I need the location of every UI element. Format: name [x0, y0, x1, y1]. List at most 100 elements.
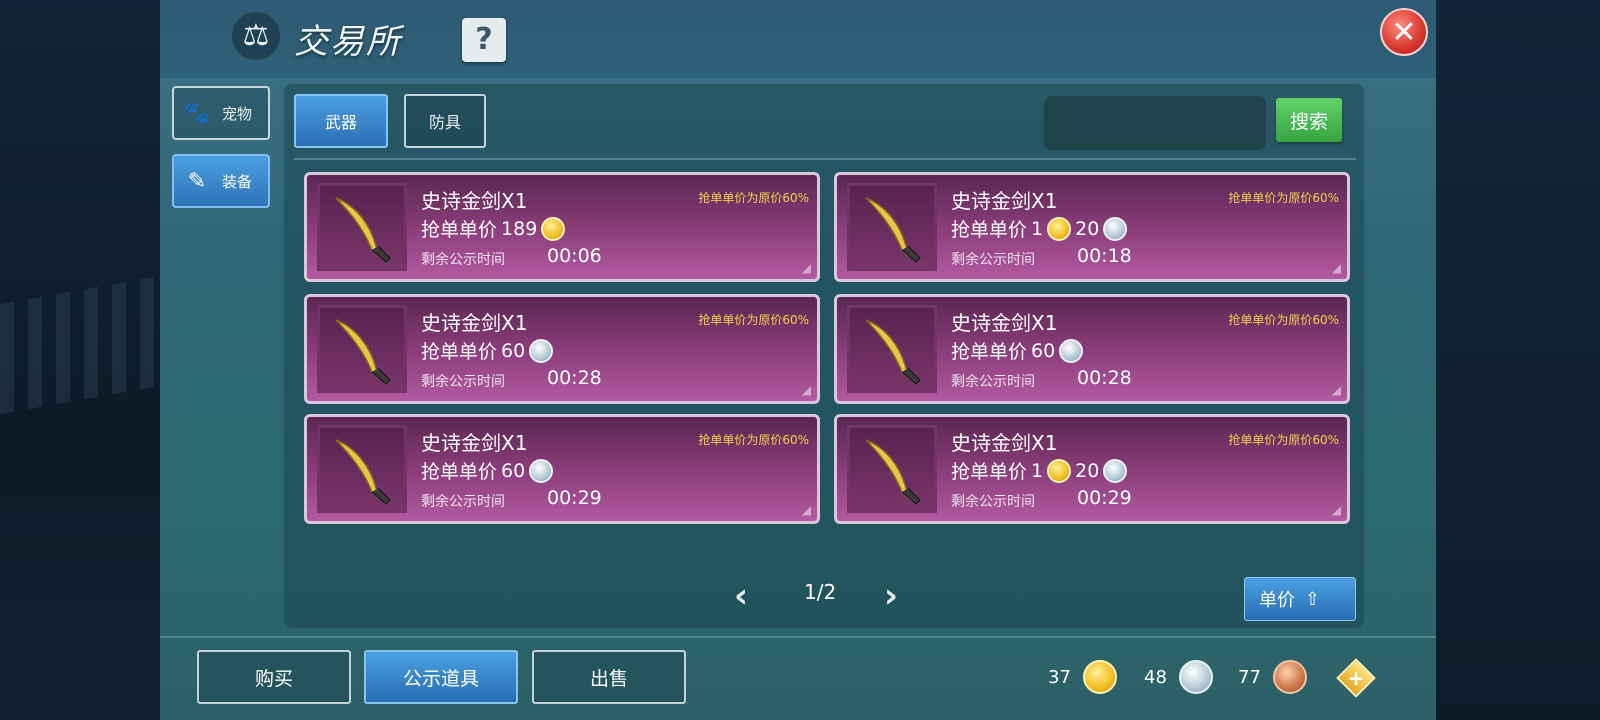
help-button[interactable]: ? [462, 18, 506, 62]
title-bar: ⚖ 交易所 ? ✕ [160, 0, 1436, 78]
item-slot [317, 425, 407, 513]
gold-amount: 37 [1048, 666, 1071, 688]
price-row: 抢单单价 60 [951, 337, 1087, 364]
listing-card[interactable]: 史诗金剑X1 抢单单价为原价60% 抢单单价 60 剩余公示时间 00:28 ◢ [834, 294, 1350, 404]
item-name: 史诗金剑X1 [951, 431, 1058, 455]
silver-amount: 48 [1144, 666, 1167, 688]
listing-card[interactable]: 史诗金剑X1 抢单单价为原价60% 抢单单价 189 剩余公示时间 00:06 ◢ [304, 172, 820, 282]
panel-divider [294, 158, 1356, 160]
price-label: 抢单单价 [421, 341, 498, 363]
price-row: 抢单单价 60 [421, 457, 557, 484]
price-amount: 20 [1075, 217, 1100, 240]
listing-card[interactable]: 史诗金剑X1 抢单单价为原价60% 抢单单价 1 20 剩余公示时间 00:29 ◢ [834, 414, 1350, 524]
discount-note: 抢单单价为原价60% [1228, 433, 1339, 447]
listing-panel: 武器 防具 搜索 史诗金剑X1 抢单单价为原价60% 抢单单价 189 剩余公示时间 00… [284, 84, 1364, 628]
golden-sword-icon [865, 197, 921, 263]
discount-note: 抢单单价为原价60% [1228, 191, 1339, 205]
copper-balance: 77 [1238, 660, 1307, 694]
corner-mark-icon: ◢ [1331, 503, 1341, 517]
price-amount: 189 [501, 217, 538, 240]
sort-label: 单价 [1259, 590, 1295, 611]
search-button[interactable]: 搜索 [1276, 98, 1342, 142]
background-left [0, 0, 160, 720]
exchange-window: ⚖ 交易所 ? ✕ 🐾 宠物 ✎ 装备 武器 防具 搜索 史诗金剑X1 抢单单价为… [160, 0, 1436, 720]
buy-tab-button[interactable]: 购买 [197, 650, 351, 704]
item-name: 史诗金剑X1 [951, 311, 1058, 335]
price-amount: 60 [501, 339, 526, 362]
time-label: 剩余公示时间 [421, 252, 505, 268]
prev-page-button[interactable]: ‹ [734, 576, 748, 616]
discount-note: 抢单单价为原价60% [698, 433, 809, 447]
gold-coin-icon [541, 216, 566, 241]
sell-tab-button[interactable]: 出售 [532, 650, 686, 704]
golden-sword-icon [865, 319, 921, 385]
golden-sword-icon [335, 319, 391, 385]
corner-mark-icon: ◢ [801, 261, 811, 275]
corner-mark-icon: ◢ [801, 503, 811, 517]
discount-note: 抢单单价为原价60% [1228, 313, 1339, 327]
side-tab-equipment[interactable]: ✎ 装备 [172, 154, 270, 208]
next-page-button[interactable]: › [884, 576, 898, 616]
item-name: 史诗金剑X1 [421, 431, 528, 455]
time-remaining: 00:28 [547, 367, 602, 389]
search-input[interactable] [1044, 96, 1266, 150]
notice-items-tab-button[interactable]: 公示道具 [364, 650, 518, 704]
tab-weapon[interactable]: 武器 [294, 94, 388, 148]
silver-balance: 48 [1144, 660, 1213, 694]
price-amount: 60 [501, 459, 526, 482]
time-remaining: 00:06 [547, 245, 602, 267]
price-amount: 60 [1031, 339, 1056, 362]
silver-coin-icon [529, 458, 554, 483]
silver-coin-icon [1178, 660, 1213, 694]
tab-armor[interactable]: 防具 [404, 94, 486, 148]
page-indicator: 1/2 [804, 580, 837, 604]
silver-coin-icon [1059, 338, 1084, 363]
time-remaining: 00:28 [1077, 367, 1132, 389]
close-icon: ✕ [1391, 15, 1417, 50]
time-label: 剩余公示时间 [421, 494, 505, 510]
discount-note: 抢单单价为原价60% [698, 313, 809, 327]
item-slot [847, 425, 937, 513]
item-slot [847, 305, 937, 393]
corner-mark-icon: ◢ [801, 383, 811, 397]
corner-mark-icon: ◢ [1331, 383, 1341, 397]
time-label: 剩余公示时间 [951, 374, 1035, 390]
paw-icon: 🐾 [183, 100, 211, 126]
price-amount: 20 [1075, 459, 1100, 482]
side-tab-pet[interactable]: 🐾 宠物 [172, 86, 270, 140]
golden-sword-icon [335, 197, 391, 263]
gold-coin-icon [1082, 660, 1117, 694]
listing-card[interactable]: 史诗金剑X1 抢单单价为原价60% 抢单单价 1 20 剩余公示时间 00:18 ◢ [834, 172, 1350, 282]
price-label: 抢单单价 [951, 461, 1028, 483]
window-title: 交易所 [294, 22, 402, 62]
price-label: 抢单单价 [951, 341, 1028, 363]
silver-coin-icon [1103, 216, 1128, 241]
time-label: 剩余公示时间 [951, 252, 1035, 268]
equipment-icon: ✎ [187, 168, 207, 194]
copper-amount: 77 [1238, 666, 1261, 688]
corner-mark-icon: ◢ [1331, 261, 1341, 275]
price-amount: 1 [1031, 217, 1044, 240]
item-slot [317, 183, 407, 271]
side-tab-label: 装备 [222, 172, 253, 191]
time-remaining: 00:18 [1077, 245, 1132, 267]
item-slot [317, 305, 407, 393]
close-button[interactable]: ✕ [1380, 8, 1428, 56]
plus-icon: + [1347, 666, 1365, 690]
sort-arrow-icon: ⇧ [1305, 588, 1321, 610]
time-remaining: 00:29 [1077, 487, 1132, 509]
price-amount: 1 [1031, 459, 1044, 482]
price-label: 抢单单价 [951, 219, 1028, 241]
copper-coin-icon [1272, 660, 1307, 694]
add-currency-button[interactable]: + [1336, 658, 1376, 698]
item-name: 史诗金剑X1 [421, 311, 528, 335]
time-label: 剩余公示时间 [421, 374, 505, 390]
price-row: 抢单单价 1 20 [951, 215, 1131, 242]
chevron-right-icon: › [884, 576, 899, 616]
listing-card[interactable]: 史诗金剑X1 抢单单价为原价60% 抢单单价 60 剩余公示时间 00:29 ◢ [304, 414, 820, 524]
listing-card[interactable]: 史诗金剑X1 抢单单价为原价60% 抢单单价 60 剩余公示时间 00:28 ◢ [304, 294, 820, 404]
sort-unit-price-button[interactable]: 单价 ⇧ [1244, 577, 1356, 621]
silver-coin-icon [1103, 458, 1128, 483]
golden-sword-icon [335, 439, 391, 505]
gold-coin-icon [1047, 216, 1072, 241]
